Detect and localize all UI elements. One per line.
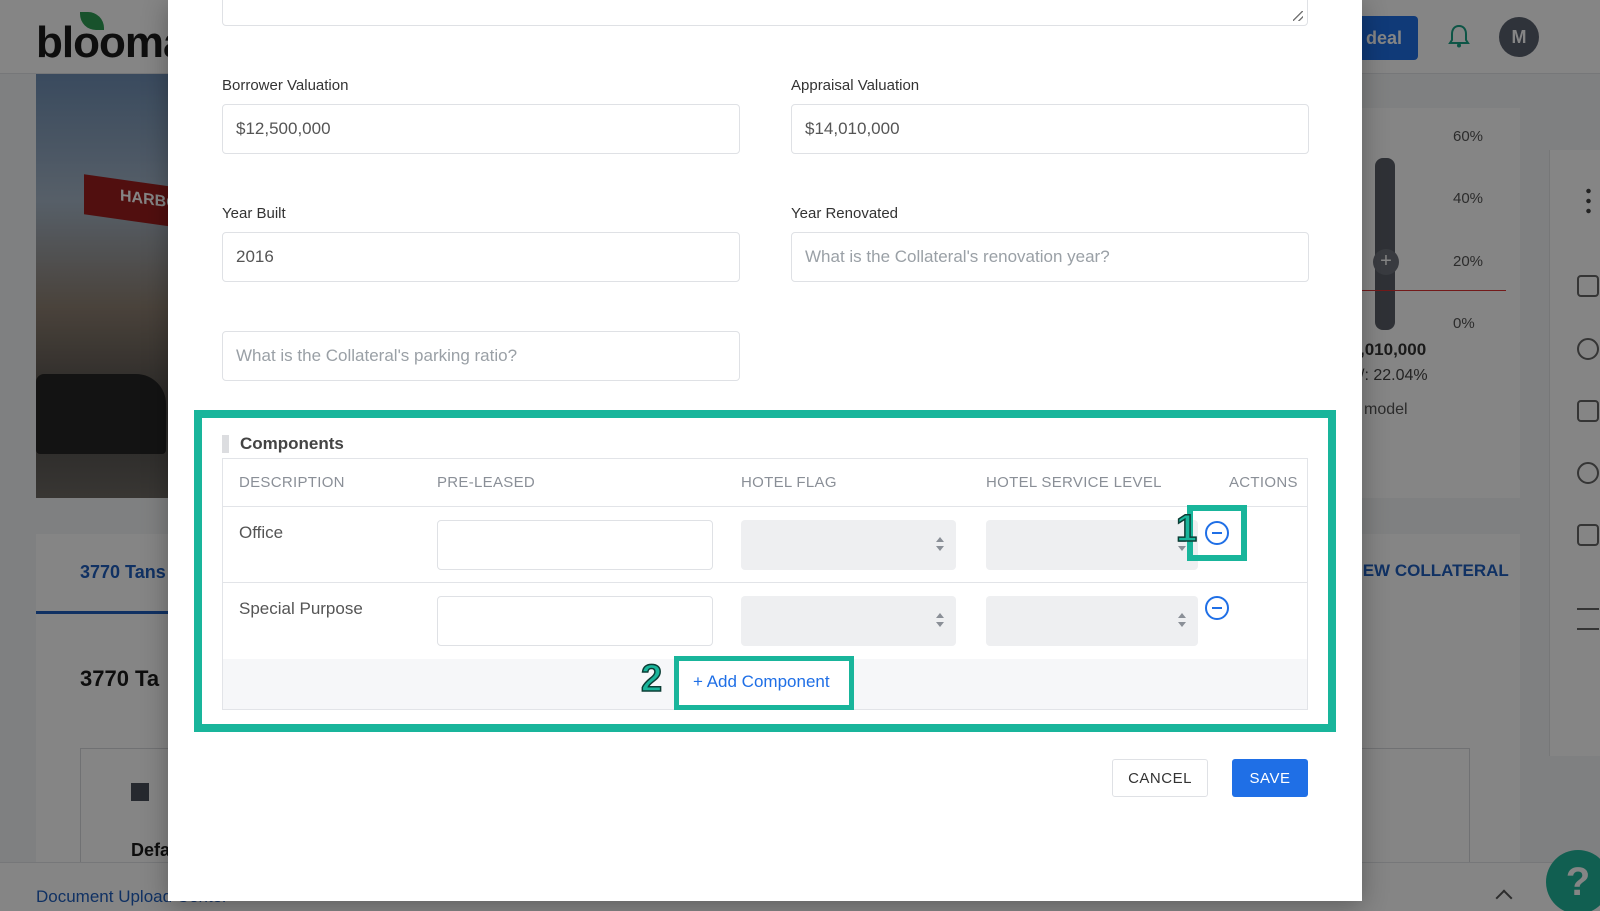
year-built-input[interactable]: 2016 [222,232,740,282]
row-office-description: Office [239,523,284,542]
appraisal-valuation-label: Appraisal Valuation [791,77,920,94]
col-hotel-service-level: HOTEL SERVICE LEVEL [986,474,1162,491]
row-special-purpose-description: Special Purpose [239,599,363,618]
select-arrows-icon [936,613,944,629]
select-arrows-icon [936,537,944,553]
col-description: DESCRIPTION [239,474,345,491]
year-built-label: Year Built [222,205,286,222]
row-divider [223,582,1307,583]
row-office-pre-leased-input[interactable] [437,520,713,570]
row-office-hotel-flag-select[interactable] [741,520,956,570]
year-renovated-label: Year Renovated [791,205,899,222]
edit-collateral-modal: Borrower Valuation $12,500,000 Appraisal… [168,0,1362,901]
col-pre-leased: PRE-LEASED [437,474,536,491]
components-title: Components [240,434,344,453]
annotation-number-1: 1 [1175,507,1198,551]
remove-special-purpose-button[interactable] [1205,596,1229,620]
description-textarea[interactable] [222,0,1308,26]
borrower-valuation-input[interactable]: $12,500,000 [222,104,740,154]
col-actions: ACTIONS [1229,474,1298,491]
parking-ratio-input[interactable]: What is the Collateral's parking ratio? [222,331,740,381]
cancel-button[interactable]: CANCEL [1112,759,1208,797]
row-special-purpose-hotel-flag-select[interactable] [741,596,956,646]
col-hotel-flag: HOTEL FLAG [741,474,837,491]
resize-handle-icon[interactable] [1293,11,1303,21]
add-component-button[interactable]: + Add Component [693,672,830,692]
borrower-valuation-label: Borrower Valuation [222,77,349,94]
row-special-purpose-pre-leased-input[interactable] [437,596,713,646]
annotation-number-2: 2 [640,657,663,701]
row-office-hotel-service-select[interactable] [986,520,1198,570]
remove-office-button[interactable] [1205,521,1229,545]
save-button[interactable]: SAVE [1232,759,1308,797]
row-divider [223,506,1307,507]
row-special-purpose-hotel-service-select[interactable] [986,596,1198,646]
select-arrows-icon [1178,613,1186,629]
appraisal-valuation-input[interactable]: $14,010,000 [791,104,1309,154]
year-renovated-input[interactable]: What is the Collateral's renovation year… [791,232,1309,282]
